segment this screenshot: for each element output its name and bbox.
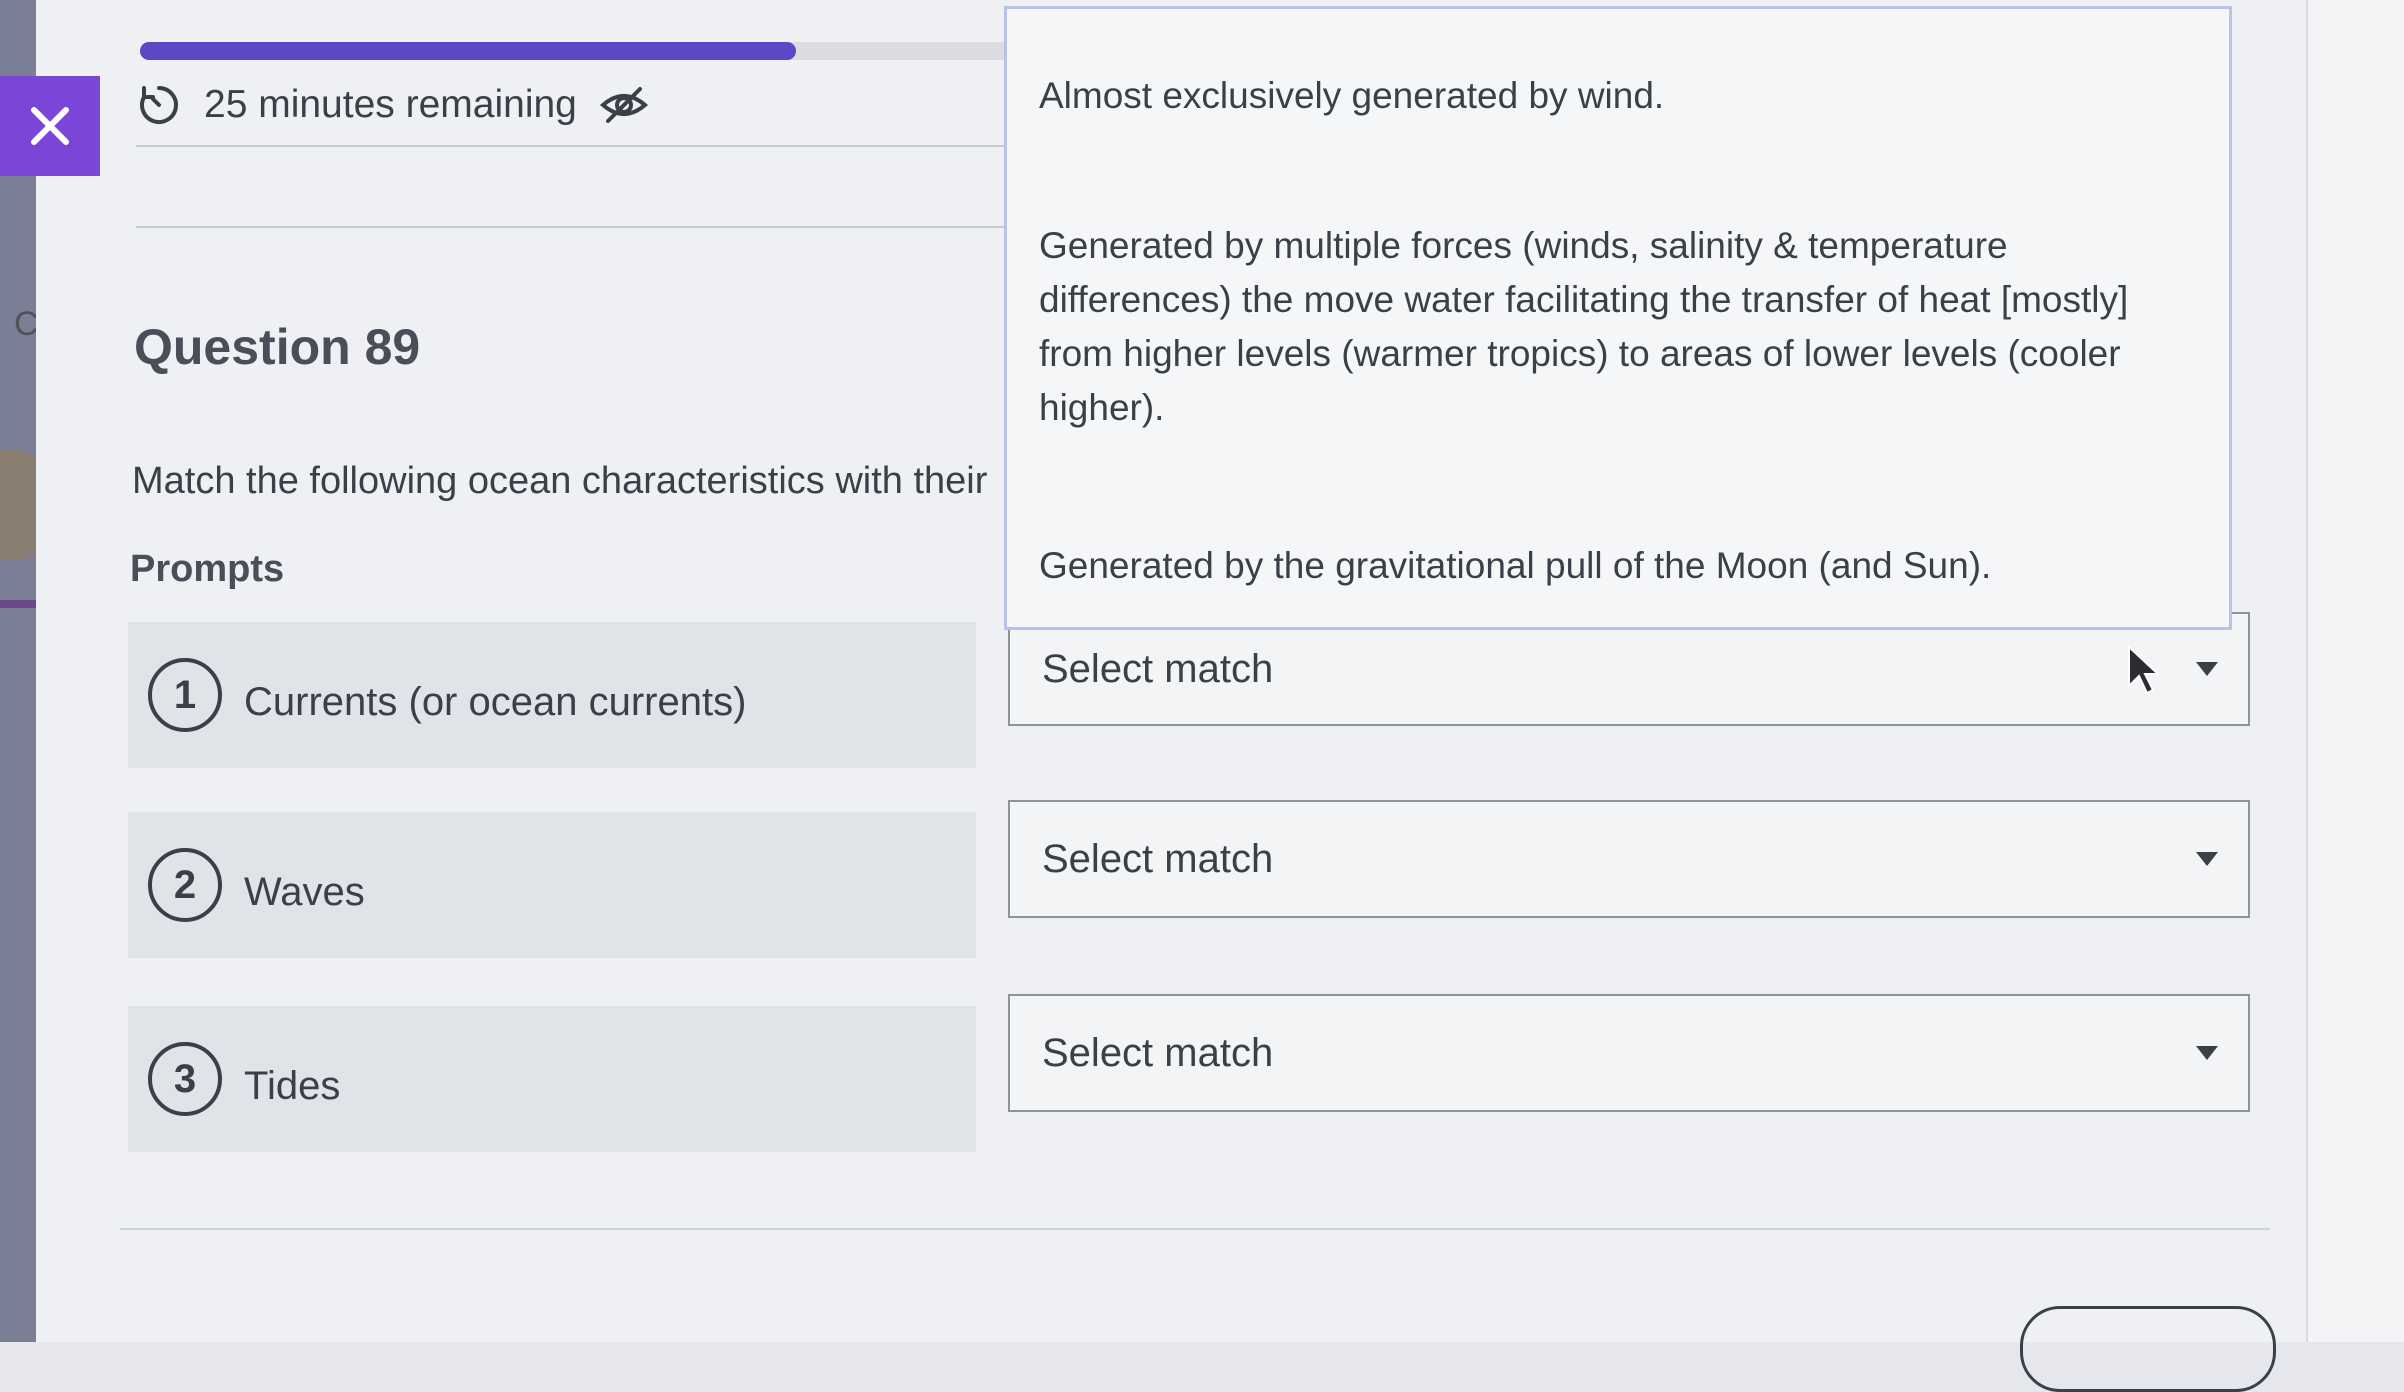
dropdown-option[interactable]: Generated by multiple forces (winds, sal…: [1039, 219, 2199, 435]
prompt-label: Tides: [244, 1063, 341, 1108]
footer-divider: [120, 1228, 2270, 1230]
prompts-heading: Prompts: [130, 548, 285, 590]
select-placeholder: Select match: [1042, 646, 1274, 691]
dropdown-option[interactable]: Generated by the gravitational pull of t…: [1039, 539, 2199, 593]
question-instruction: Match the following ocean characteristic…: [132, 460, 988, 502]
prompt-item: 3 Tides: [128, 1006, 976, 1152]
select-placeholder: Select match: [1042, 1030, 1274, 1075]
close-icon: [31, 107, 69, 145]
progress-bar-fill: [140, 42, 796, 60]
prompt-label: Currents (or ocean currents): [244, 679, 747, 724]
prompt-item: 1 Currents (or ocean currents): [128, 622, 976, 768]
match-select-2[interactable]: Select match: [1008, 800, 2250, 918]
chevron-down-icon: [2196, 662, 2218, 676]
close-button[interactable]: [0, 76, 100, 176]
mouse-cursor-icon: [2128, 644, 2160, 695]
prompt-number-badge: 3: [148, 1042, 222, 1116]
select-placeholder: Select match: [1042, 836, 1274, 881]
timer-icon: [140, 86, 178, 124]
next-button[interactable]: [2020, 1306, 2276, 1392]
sidebar-partial-text: C: [14, 305, 39, 343]
eye-slash-icon[interactable]: [599, 85, 649, 125]
timer: 25 minutes remaining: [136, 82, 649, 128]
match-options-dropdown: Almost exclusively generated by wind. Ge…: [1004, 6, 2232, 630]
match-select-3[interactable]: Select match: [1008, 994, 2250, 1112]
prompt-number-badge: 1: [148, 658, 222, 732]
prompt-number-badge: 2: [148, 848, 222, 922]
dropdown-option[interactable]: Almost exclusively generated by wind.: [1039, 69, 2199, 123]
timer-text: 25 minutes remaining: [204, 83, 577, 126]
chevron-down-icon: [2196, 1046, 2218, 1060]
chevron-down-icon: [2196, 852, 2218, 866]
prompt-label: Waves: [244, 869, 365, 914]
question-title: Question 89: [134, 319, 421, 375]
prompt-item: 2 Waves: [128, 812, 976, 958]
right-edge-panel: [2306, 0, 2404, 1342]
